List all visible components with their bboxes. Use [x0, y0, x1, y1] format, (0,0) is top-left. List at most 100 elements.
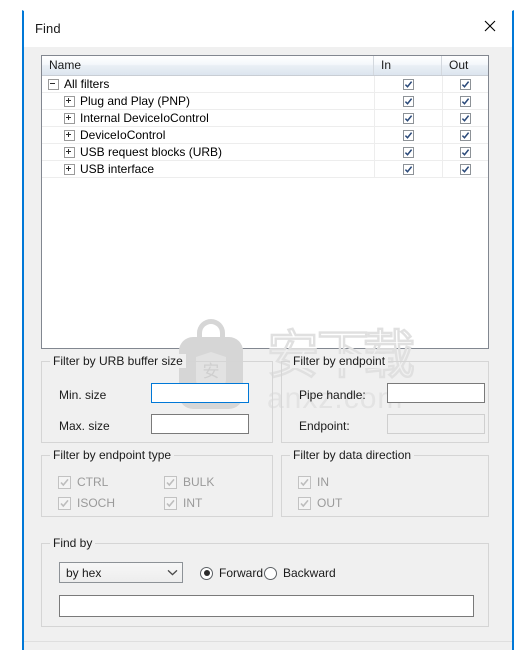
checkbox-out[interactable]	[460, 112, 471, 124]
search-term-input[interactable]	[59, 595, 474, 617]
listview-header: Name In Out	[42, 56, 488, 76]
filter-name-cell: USB request blocks (URB)	[42, 144, 374, 160]
checkbox-bulk-label: BULK	[183, 475, 215, 489]
table-row[interactable]: DeviceIoControl	[42, 127, 488, 144]
checkbox-out[interactable]	[460, 78, 471, 90]
checkbox-ctrl-label: CTRL	[77, 475, 109, 489]
min-size-input[interactable]	[151, 383, 249, 403]
checkbox-out: OUT	[298, 496, 342, 510]
checkbox-in[interactable]	[403, 95, 414, 107]
group-urb-buffer-size: Filter by URB buffer size Min. size Max.…	[41, 354, 273, 443]
chevron-down-icon	[162, 569, 182, 576]
checkbox-int-label: INT	[183, 496, 203, 510]
close-icon	[484, 20, 496, 32]
checkbox-isoch-box	[58, 496, 71, 510]
radio-backward-indicator	[264, 566, 277, 580]
table-row[interactable]: Plug and Play (PNP)	[42, 93, 488, 110]
filter-out-cell	[442, 161, 488, 177]
radio-backward[interactable]: Backward	[264, 566, 336, 580]
filter-name-cell: USB interface	[42, 161, 374, 177]
filter-name-cell: Internal DeviceIoControl	[42, 110, 374, 126]
checkbox-bulk-box	[164, 475, 177, 489]
table-row[interactable]: USB interface	[42, 161, 488, 178]
filter-name-label: Internal DeviceIoControl	[80, 111, 209, 125]
filters-listview[interactable]: Name In Out All filters Plug and Play (PN…	[41, 55, 489, 349]
filter-in-cell	[374, 144, 442, 160]
filter-in-cell	[374, 161, 442, 177]
checkbox-in[interactable]	[403, 129, 414, 141]
filter-name-cell: DeviceIoControl	[42, 127, 374, 143]
checkbox-isoch: ISOCH	[58, 496, 115, 510]
checkbox-in[interactable]	[403, 78, 414, 90]
checkbox-out[interactable]	[460, 163, 471, 175]
find-dialog-window: Find Name In Out All filters Plug and Pla…	[22, 10, 514, 650]
title-bar: Find	[24, 11, 512, 47]
filter-out-cell	[442, 76, 488, 92]
filter-name-label: Plug and Play (PNP)	[80, 94, 191, 108]
radio-forward-label: Forward	[219, 566, 264, 580]
group-find-by: Find by by hex Forward Backward	[41, 536, 489, 627]
table-row[interactable]: All filters	[42, 76, 488, 93]
endpoint-input	[387, 414, 485, 434]
expand-icon[interactable]	[64, 95, 75, 107]
table-row[interactable]: Internal DeviceIoControl	[42, 110, 488, 127]
filter-out-cell	[442, 127, 488, 143]
group-title-urb-buffer-size: Filter by URB buffer size	[50, 354, 186, 368]
checkbox-bulk: BULK	[164, 475, 214, 489]
max-size-input[interactable]	[151, 414, 249, 434]
footer-separator	[24, 641, 512, 642]
expand-icon[interactable]	[64, 112, 75, 124]
table-row[interactable]: USB request blocks (URB)	[42, 144, 488, 161]
radio-forward-indicator	[200, 566, 213, 580]
min-size-label: Min. size	[59, 388, 107, 402]
pipe-handle-input[interactable]	[387, 383, 485, 403]
checkbox-in[interactable]	[403, 146, 414, 158]
column-header-out[interactable]: Out	[442, 56, 488, 75]
close-button[interactable]	[468, 11, 512, 41]
find-by-mode-select[interactable]: by hex	[59, 562, 183, 583]
radio-backward-label: Backward	[283, 566, 336, 580]
filter-out-cell	[442, 110, 488, 126]
expand-icon[interactable]	[64, 146, 75, 158]
filter-name-cell: Plug and Play (PNP)	[42, 93, 374, 109]
dialog-client-area: Name In Out All filters Plug and Play (PN…	[24, 47, 512, 650]
column-header-name[interactable]: Name	[42, 56, 374, 75]
checkbox-ctrl-box	[58, 475, 71, 489]
collapse-icon[interactable]	[48, 78, 59, 90]
max-size-label: Max. size	[59, 419, 110, 433]
window-title: Find	[35, 21, 61, 36]
checkbox-out-box	[298, 496, 311, 510]
checkbox-isoch-label: ISOCH	[77, 496, 116, 510]
filter-name-label: USB request blocks (URB)	[80, 145, 223, 159]
endpoint-label: Endpoint:	[299, 419, 350, 433]
group-filter-by-endpoint: Filter by endpoint Pipe handle: Endpoint…	[281, 354, 489, 443]
radio-forward[interactable]: Forward	[200, 566, 263, 580]
checkbox-in[interactable]	[403, 112, 414, 124]
pipe-handle-label: Pipe handle:	[299, 388, 366, 402]
find-by-mode-value: by hex	[66, 565, 102, 580]
checkbox-in[interactable]	[403, 163, 414, 175]
expand-icon[interactable]	[64, 129, 75, 141]
group-title-data-direction: Filter by data direction	[290, 448, 415, 462]
filter-in-cell	[374, 93, 442, 109]
screen: Find Name In Out All filters Plug and Pla…	[0, 0, 516, 654]
listview-body: All filters Plug and Play (PNP) Internal D…	[42, 76, 488, 178]
group-endpoint-type: Filter by endpoint type CTRL BULK ISOCH …	[41, 448, 273, 517]
checkbox-in-box	[298, 475, 311, 489]
checkbox-in: IN	[298, 475, 329, 489]
expand-icon[interactable]	[64, 163, 75, 175]
checkbox-out-label: OUT	[317, 496, 343, 510]
filter-in-cell	[374, 110, 442, 126]
checkbox-ctrl: CTRL	[58, 475, 108, 489]
checkbox-out[interactable]	[460, 95, 471, 107]
checkbox-int: INT	[164, 496, 202, 510]
checkbox-int-box	[164, 496, 177, 510]
filter-name-label: DeviceIoControl	[80, 128, 166, 142]
filter-out-cell	[442, 144, 488, 160]
filter-name-label: All filters	[64, 77, 110, 91]
checkbox-out[interactable]	[460, 129, 471, 141]
checkbox-out[interactable]	[460, 146, 471, 158]
filter-in-cell	[374, 127, 442, 143]
checkbox-in-label: IN	[317, 475, 329, 489]
column-header-in[interactable]: In	[374, 56, 442, 75]
